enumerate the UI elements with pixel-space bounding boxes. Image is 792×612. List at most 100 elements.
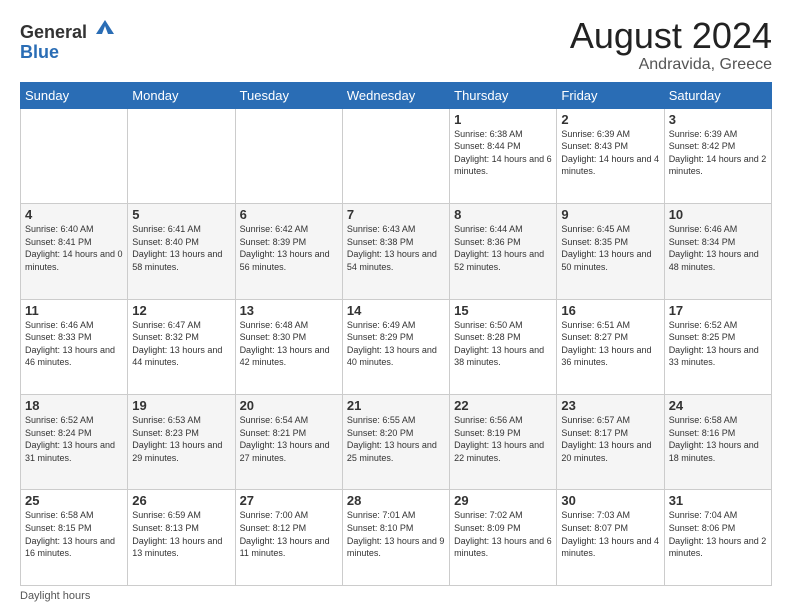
- day-number: 4: [25, 207, 123, 222]
- day-info: Sunrise: 6:57 AMSunset: 8:17 PMDaylight:…: [561, 414, 659, 464]
- day-number: 16: [561, 303, 659, 318]
- table-row: 27Sunrise: 7:00 AMSunset: 8:12 PMDayligh…: [235, 490, 342, 586]
- table-row: 11Sunrise: 6:46 AMSunset: 8:33 PMDayligh…: [21, 299, 128, 394]
- day-info: Sunrise: 6:45 AMSunset: 8:35 PMDaylight:…: [561, 223, 659, 273]
- day-number: 20: [240, 398, 338, 413]
- logo-text: General Blue: [20, 16, 116, 63]
- table-row: 1Sunrise: 6:38 AMSunset: 8:44 PMDaylight…: [450, 108, 557, 203]
- table-row: 24Sunrise: 6:58 AMSunset: 8:16 PMDayligh…: [664, 395, 771, 490]
- day-info: Sunrise: 7:03 AMSunset: 8:07 PMDaylight:…: [561, 509, 659, 559]
- table-row: 12Sunrise: 6:47 AMSunset: 8:32 PMDayligh…: [128, 299, 235, 394]
- day-number: 22: [454, 398, 552, 413]
- day-number: 3: [669, 112, 767, 127]
- calendar-table: Sunday Monday Tuesday Wednesday Thursday…: [20, 82, 772, 586]
- header: General Blue August 2024 Andravida, Gree…: [20, 16, 772, 74]
- daylight-label: Daylight hours: [20, 590, 90, 602]
- month-year: August 2024: [570, 16, 772, 56]
- table-row: 31Sunrise: 7:04 AMSunset: 8:06 PMDayligh…: [664, 490, 771, 586]
- day-number: 21: [347, 398, 445, 413]
- table-row: 20Sunrise: 6:54 AMSunset: 8:21 PMDayligh…: [235, 395, 342, 490]
- table-row: 4Sunrise: 6:40 AMSunset: 8:41 PMDaylight…: [21, 204, 128, 299]
- day-info: Sunrise: 7:02 AMSunset: 8:09 PMDaylight:…: [454, 509, 552, 559]
- table-row: 14Sunrise: 6:49 AMSunset: 8:29 PMDayligh…: [342, 299, 449, 394]
- location: Andravida, Greece: [570, 56, 772, 74]
- col-wednesday: Wednesday: [342, 82, 449, 108]
- table-row: 16Sunrise: 6:51 AMSunset: 8:27 PMDayligh…: [557, 299, 664, 394]
- table-row: 3Sunrise: 6:39 AMSunset: 8:42 PMDaylight…: [664, 108, 771, 203]
- day-info: Sunrise: 6:43 AMSunset: 8:38 PMDaylight:…: [347, 223, 445, 273]
- day-number: 6: [240, 207, 338, 222]
- day-info: Sunrise: 6:58 AMSunset: 8:15 PMDaylight:…: [25, 509, 123, 559]
- calendar-header-row: Sunday Monday Tuesday Wednesday Thursday…: [21, 82, 772, 108]
- day-number: 19: [132, 398, 230, 413]
- day-info: Sunrise: 6:49 AMSunset: 8:29 PMDaylight:…: [347, 319, 445, 369]
- table-row: 25Sunrise: 6:58 AMSunset: 8:15 PMDayligh…: [21, 490, 128, 586]
- table-row: 23Sunrise: 6:57 AMSunset: 8:17 PMDayligh…: [557, 395, 664, 490]
- calendar-week-row: 4Sunrise: 6:40 AMSunset: 8:41 PMDaylight…: [21, 204, 772, 299]
- day-info: Sunrise: 7:01 AMSunset: 8:10 PMDaylight:…: [347, 509, 445, 559]
- day-info: Sunrise: 6:59 AMSunset: 8:13 PMDaylight:…: [132, 509, 230, 559]
- col-thursday: Thursday: [450, 82, 557, 108]
- col-saturday: Saturday: [664, 82, 771, 108]
- day-number: 25: [25, 493, 123, 508]
- col-sunday: Sunday: [21, 82, 128, 108]
- table-row: 7Sunrise: 6:43 AMSunset: 8:38 PMDaylight…: [342, 204, 449, 299]
- day-info: Sunrise: 7:00 AMSunset: 8:12 PMDaylight:…: [240, 509, 338, 559]
- day-info: Sunrise: 6:51 AMSunset: 8:27 PMDaylight:…: [561, 319, 659, 369]
- table-row: 5Sunrise: 6:41 AMSunset: 8:40 PMDaylight…: [128, 204, 235, 299]
- day-info: Sunrise: 6:46 AMSunset: 8:33 PMDaylight:…: [25, 319, 123, 369]
- day-info: Sunrise: 6:52 AMSunset: 8:25 PMDaylight:…: [669, 319, 767, 369]
- col-tuesday: Tuesday: [235, 82, 342, 108]
- day-number: 1: [454, 112, 552, 127]
- day-info: Sunrise: 6:44 AMSunset: 8:36 PMDaylight:…: [454, 223, 552, 273]
- table-row: 15Sunrise: 6:50 AMSunset: 8:28 PMDayligh…: [450, 299, 557, 394]
- day-number: 5: [132, 207, 230, 222]
- day-number: 9: [561, 207, 659, 222]
- table-row: 13Sunrise: 6:48 AMSunset: 8:30 PMDayligh…: [235, 299, 342, 394]
- day-number: 28: [347, 493, 445, 508]
- logo-general-text: General: [20, 22, 87, 42]
- day-info: Sunrise: 6:48 AMSunset: 8:30 PMDaylight:…: [240, 319, 338, 369]
- table-row: [21, 108, 128, 203]
- table-row: 2Sunrise: 6:39 AMSunset: 8:43 PMDaylight…: [557, 108, 664, 203]
- table-row: 6Sunrise: 6:42 AMSunset: 8:39 PMDaylight…: [235, 204, 342, 299]
- day-info: Sunrise: 6:39 AMSunset: 8:42 PMDaylight:…: [669, 128, 767, 178]
- table-row: 21Sunrise: 6:55 AMSunset: 8:20 PMDayligh…: [342, 395, 449, 490]
- day-number: 30: [561, 493, 659, 508]
- day-info: Sunrise: 6:55 AMSunset: 8:20 PMDaylight:…: [347, 414, 445, 464]
- table-row: 26Sunrise: 6:59 AMSunset: 8:13 PMDayligh…: [128, 490, 235, 586]
- day-number: 8: [454, 207, 552, 222]
- calendar-week-row: 25Sunrise: 6:58 AMSunset: 8:15 PMDayligh…: [21, 490, 772, 586]
- logo-blue-text: Blue: [20, 42, 59, 62]
- day-number: 10: [669, 207, 767, 222]
- day-info: Sunrise: 6:52 AMSunset: 8:24 PMDaylight:…: [25, 414, 123, 464]
- logo-icon: [94, 16, 116, 38]
- day-number: 24: [669, 398, 767, 413]
- day-number: 27: [240, 493, 338, 508]
- table-row: [235, 108, 342, 203]
- table-row: 10Sunrise: 6:46 AMSunset: 8:34 PMDayligh…: [664, 204, 771, 299]
- day-number: 12: [132, 303, 230, 318]
- day-number: 26: [132, 493, 230, 508]
- table-row: 30Sunrise: 7:03 AMSunset: 8:07 PMDayligh…: [557, 490, 664, 586]
- day-info: Sunrise: 6:38 AMSunset: 8:44 PMDaylight:…: [454, 128, 552, 178]
- day-number: 7: [347, 207, 445, 222]
- day-info: Sunrise: 7:04 AMSunset: 8:06 PMDaylight:…: [669, 509, 767, 559]
- day-info: Sunrise: 6:54 AMSunset: 8:21 PMDaylight:…: [240, 414, 338, 464]
- day-info: Sunrise: 6:47 AMSunset: 8:32 PMDaylight:…: [132, 319, 230, 369]
- table-row: [128, 108, 235, 203]
- day-info: Sunrise: 6:50 AMSunset: 8:28 PMDaylight:…: [454, 319, 552, 369]
- page: General Blue August 2024 Andravida, Gree…: [0, 0, 792, 612]
- day-info: Sunrise: 6:42 AMSunset: 8:39 PMDaylight:…: [240, 223, 338, 273]
- footer-note: Daylight hours: [20, 590, 772, 602]
- day-info: Sunrise: 6:39 AMSunset: 8:43 PMDaylight:…: [561, 128, 659, 178]
- table-row: 19Sunrise: 6:53 AMSunset: 8:23 PMDayligh…: [128, 395, 235, 490]
- table-row: 9Sunrise: 6:45 AMSunset: 8:35 PMDaylight…: [557, 204, 664, 299]
- table-row: 17Sunrise: 6:52 AMSunset: 8:25 PMDayligh…: [664, 299, 771, 394]
- day-number: 14: [347, 303, 445, 318]
- table-row: 28Sunrise: 7:01 AMSunset: 8:10 PMDayligh…: [342, 490, 449, 586]
- col-monday: Monday: [128, 82, 235, 108]
- table-row: 22Sunrise: 6:56 AMSunset: 8:19 PMDayligh…: [450, 395, 557, 490]
- day-info: Sunrise: 6:56 AMSunset: 8:19 PMDaylight:…: [454, 414, 552, 464]
- table-row: 8Sunrise: 6:44 AMSunset: 8:36 PMDaylight…: [450, 204, 557, 299]
